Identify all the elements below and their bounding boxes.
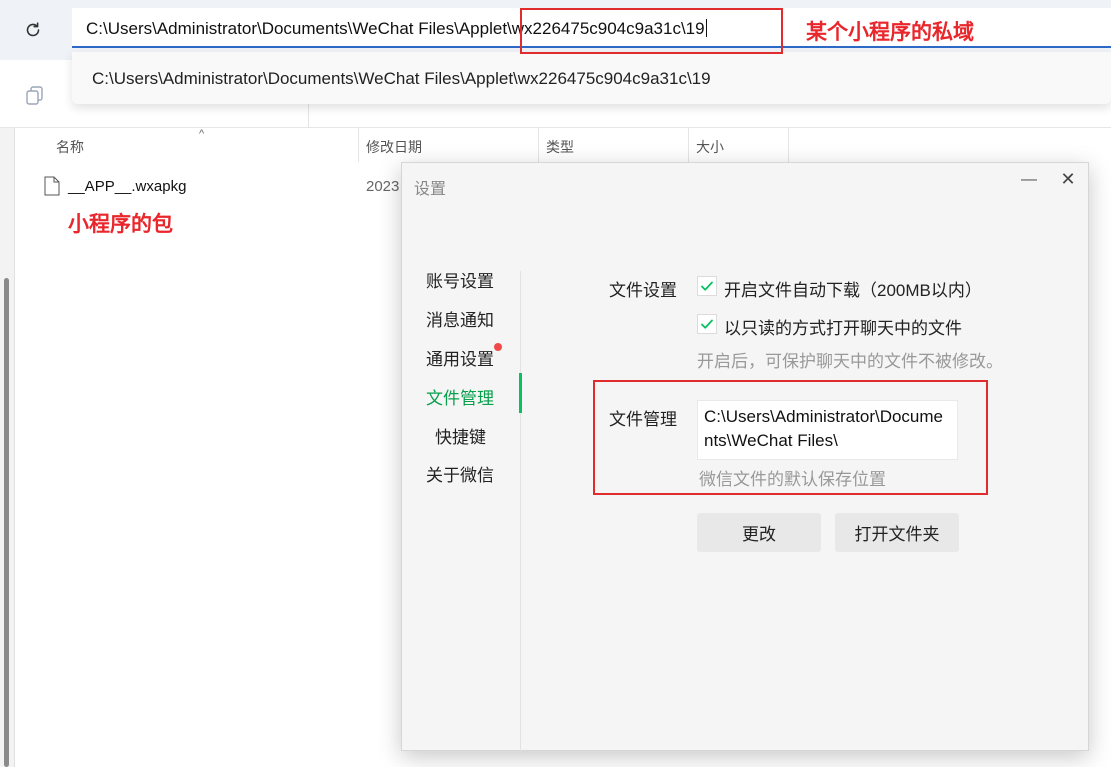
save-path-field: C:\Users\Administrator\Documents\WeChat … [697,400,958,460]
nav-divider [520,271,521,751]
notification-dot [494,343,502,351]
column-divider[interactable] [788,128,789,162]
sort-up-icon: ^ [199,128,205,140]
file-row[interactable]: __APP__.wxapkg [40,174,420,202]
refresh-icon [26,22,40,37]
column-header-size[interactable]: 大小 [696,137,724,157]
readonly-open-label[interactable]: 以只读的方式打开聊天中的文件 [724,314,962,339]
checkmark-icon [701,281,713,291]
annotation-address-note: 某个小程序的私域 [806,21,974,44]
open-folder-button[interactable]: 打开文件夹 [835,513,959,552]
readonly-open-checkbox[interactable] [697,314,717,334]
toolbar-divider [308,104,309,128]
nav-item-about-wechat[interactable]: 关于微信 [426,461,516,486]
nav-item-account-settings[interactable]: 账号设置 [426,267,516,292]
address-suggestion-dropdown[interactable]: C:\Users\Administrator\Documents\WeChat … [72,52,1111,104]
annotation-highlight-address [520,8,783,54]
column-divider[interactable] [538,128,539,162]
column-header-name[interactable]: 名称 [56,137,84,157]
scrollbar-thumb[interactable] [4,278,9,767]
nav-item-general-settings[interactable]: 通用设置 [426,345,516,370]
pane-divider [14,128,15,767]
close-icon: ✕ [1060,169,1076,189]
save-path-hint: 微信文件的默认保存位置 [699,470,886,489]
close-button[interactable]: ✕ [1058,169,1078,189]
minimize-button[interactable]: — [1020,171,1038,189]
scrollbar[interactable] [0,128,14,767]
column-header-type[interactable]: 类型 [546,137,574,157]
column-header-modified[interactable]: 修改日期 [366,137,422,157]
dialog-title: 设置 [414,181,447,198]
file-management-label: 文件管理 [609,410,677,429]
checkmark-icon [701,319,713,329]
readonly-hint: 开启后，可保护聊天中的文件不被修改。 [697,352,1003,371]
auto-download-checkbox[interactable] [697,276,717,296]
file-settings-label: 文件设置 [609,281,677,300]
column-divider[interactable] [688,128,689,162]
column-divider[interactable] [358,128,359,162]
suggestion-item[interactable]: C:\Users\Administrator\Documents\WeChat … [92,69,711,89]
minimize-icon: — [1021,171,1037,188]
file-name: __APP__.wxapkg [68,178,187,195]
nav-item-file-management[interactable]: 文件管理 [426,384,516,409]
change-path-button[interactable]: 更改 [697,513,821,552]
file-date: 2023 [366,178,400,195]
nav-item-notifications[interactable]: 消息通知 [426,306,516,331]
settings-dialog: 设置 — ✕ 账号设置 消息通知 通用设置 文件管理 快捷键 关于微信 文件设置… [401,162,1089,751]
nav-item-shortcuts[interactable]: 快捷键 [435,423,525,448]
copy-icon[interactable] [24,84,46,106]
file-list-header: ^ 名称 修改日期 类型 大小 [15,128,1111,162]
nav-active-indicator [519,373,522,413]
refresh-button[interactable] [20,17,46,43]
annotation-package-note: 小程序的包 [68,213,173,236]
auto-download-label[interactable]: 开启文件自动下载（200MB以内） [724,276,982,301]
file-icon [44,176,60,196]
